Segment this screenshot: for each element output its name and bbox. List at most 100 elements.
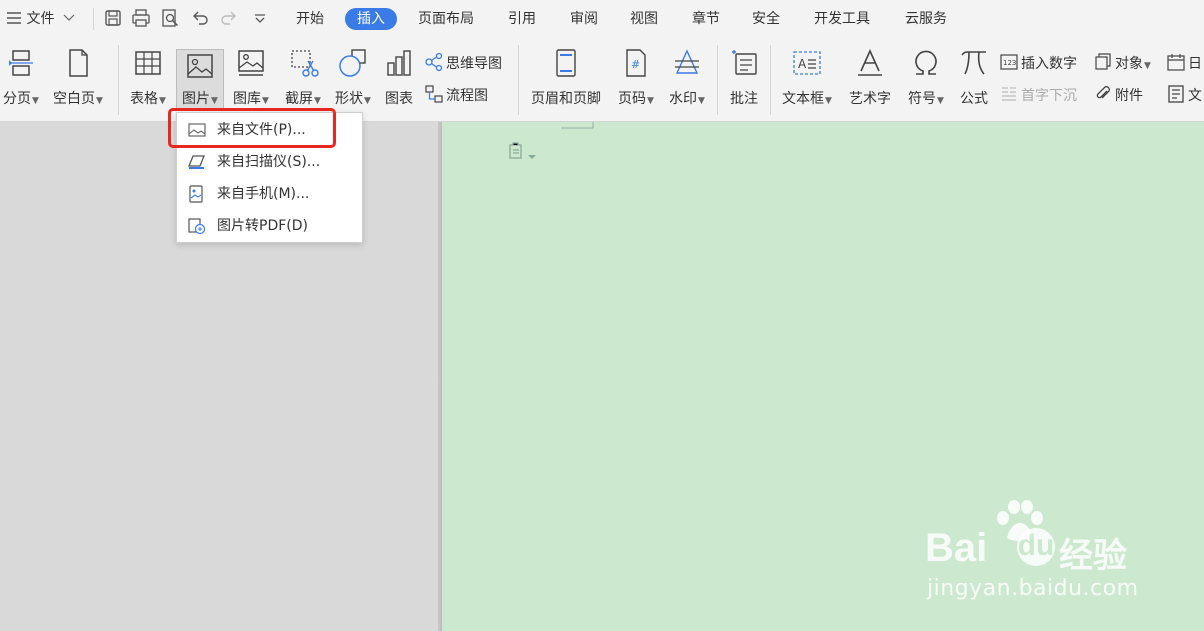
chevron-down-icon: ▼	[647, 96, 654, 106]
watermark-du-badge: du	[1017, 528, 1055, 566]
paperclip-icon	[1096, 86, 1110, 99]
tab-references[interactable]: 引用	[508, 8, 536, 30]
tab-home[interactable]: 开始	[296, 8, 324, 30]
highlight-box	[168, 108, 336, 148]
undo-icon[interactable]	[190, 8, 210, 28]
chevron-down-icon: ▼	[364, 96, 371, 106]
paste-options-button[interactable]	[508, 142, 537, 164]
blank-page-button[interactable]: 空白页▼	[48, 47, 108, 107]
divider	[770, 45, 771, 115]
watermark-url: jingyan.baidu.com	[927, 576, 1139, 601]
object-icon	[1095, 53, 1111, 70]
tab-view[interactable]: 视图	[630, 8, 658, 30]
page-number-icon: #	[626, 49, 646, 77]
chevron-down-icon: ▼	[698, 96, 705, 106]
tab-page-layout[interactable]: 页面布局	[418, 8, 474, 30]
hamburger-icon	[7, 12, 21, 24]
mindmap-label: 思维导图	[446, 56, 502, 72]
file-menu[interactable]: 文件	[6, 8, 75, 30]
table-button[interactable]: 表格▼	[126, 47, 170, 107]
equation-label: 公式	[960, 91, 988, 107]
chevron-down-icon: ▼	[96, 96, 103, 106]
calendar-icon	[1167, 54, 1185, 71]
header-footer-icon	[556, 49, 576, 77]
document-icon	[1168, 85, 1184, 103]
divider	[118, 45, 119, 115]
shapes-button[interactable]: 形状▼	[330, 47, 376, 107]
date-button[interactable]: 日	[1166, 52, 1202, 74]
menu-item-from-scanner[interactable]: 来自扫描仪(S)...	[177, 147, 362, 177]
tab-insert[interactable]: 插入	[345, 8, 397, 30]
omega-icon	[915, 50, 937, 75]
gallery-button[interactable]: 图库▼	[228, 47, 274, 107]
insert-number-button[interactable]: 123 插入数字	[999, 52, 1077, 74]
watermark-icon	[675, 49, 699, 74]
baidu-watermark: Bai du 经验 jingyan.baidu.com	[925, 498, 1175, 608]
symbol-button[interactable]: 符号▼	[902, 47, 950, 107]
blank-page-icon	[69, 49, 88, 77]
flowchart-button[interactable]: 流程图	[424, 84, 488, 106]
divider	[717, 45, 718, 115]
tab-section[interactable]: 章节	[692, 8, 720, 30]
svg-text:123: 123	[1003, 59, 1016, 67]
tab-review[interactable]: 审阅	[570, 8, 598, 30]
menu-item-from-phone[interactable]: 来自手机(M)...	[177, 179, 362, 209]
customize-toolbar-icon[interactable]	[250, 8, 270, 28]
menu-item-image-to-pdf[interactable]: 图片转PDF(D)	[177, 211, 362, 241]
svg-text:A: A	[798, 57, 807, 71]
print-icon[interactable]	[131, 8, 151, 28]
flowchart-icon	[425, 85, 443, 103]
svg-text:#: #	[631, 58, 640, 71]
chart-label: 图表	[385, 91, 413, 107]
drop-cap-button[interactable]: 首字下沉	[999, 84, 1077, 106]
watermark-button[interactable]: 水印▼	[664, 47, 710, 107]
table-label: 表格	[130, 91, 159, 107]
chevron-down-icon: ▼	[211, 96, 218, 106]
mindmap-button[interactable]: 思维导图	[424, 52, 502, 74]
chevron-down-icon: ▼	[159, 96, 166, 106]
menu-bar: 文件 开始 插入 页面布局 引用 审阅 视图 章节 安全 开发工具 云服务	[0, 0, 1204, 37]
tab-developer[interactable]: 开发工具	[814, 8, 870, 30]
chevron-down-icon: ▼	[1144, 61, 1151, 71]
shapes-label: 形状	[335, 91, 364, 107]
text-button[interactable]: 文	[1166, 84, 1202, 106]
divider	[93, 8, 94, 30]
textbox-button[interactable]: A 文本框▼	[777, 47, 837, 107]
picture-button[interactable]: 图片▼	[176, 49, 224, 109]
wordart-label: 艺术字	[849, 91, 891, 107]
wordart-button[interactable]: 艺术字	[843, 47, 897, 107]
print-preview-icon[interactable]	[160, 8, 180, 28]
object-button[interactable]: 对象▼	[1093, 52, 1151, 74]
menu-item-label: 来自扫描仪(S)...	[217, 154, 321, 170]
attachment-button[interactable]: 附件	[1093, 84, 1143, 106]
textbox-icon: A	[793, 51, 821, 75]
tab-security[interactable]: 安全	[752, 8, 780, 30]
save-icon[interactable]	[103, 8, 123, 28]
flowchart-label: 流程图	[446, 88, 488, 104]
redo-icon[interactable]	[219, 8, 239, 28]
file-menu-label: 文件	[26, 11, 55, 27]
chevron-down-icon: ▼	[314, 96, 321, 106]
attachment-label: 附件	[1115, 88, 1143, 104]
header-footer-button[interactable]: 页眉和页脚	[526, 47, 606, 107]
page-number-button[interactable]: # 页码▼	[610, 47, 662, 107]
bar-chart-icon	[387, 50, 411, 76]
number-icon: 123	[1000, 54, 1018, 70]
menu-item-label: 图片转PDF(D)	[217, 218, 308, 234]
comment-button[interactable]: 批注	[724, 47, 764, 107]
text-label: 文	[1188, 88, 1202, 104]
insert-number-label: 插入数字	[1021, 56, 1077, 72]
screenshot-button[interactable]: 截屏▼	[280, 47, 326, 107]
shapes-icon	[339, 49, 366, 77]
chevron-down-icon	[63, 14, 75, 21]
drop-cap-label: 首字下沉	[1021, 88, 1077, 104]
chevron-down-icon: ▼	[937, 96, 944, 106]
blank-page-label: 空白页	[53, 91, 96, 107]
image-to-pdf-icon	[188, 218, 206, 235]
page-break-button[interactable]: 分页▼	[0, 47, 42, 107]
chart-button[interactable]: 图表	[380, 47, 418, 107]
tab-cloud[interactable]: 云服务	[905, 8, 947, 30]
pi-icon	[961, 51, 986, 75]
margin-corner-marker	[561, 122, 594, 129]
equation-button[interactable]: 公式	[954, 47, 994, 107]
